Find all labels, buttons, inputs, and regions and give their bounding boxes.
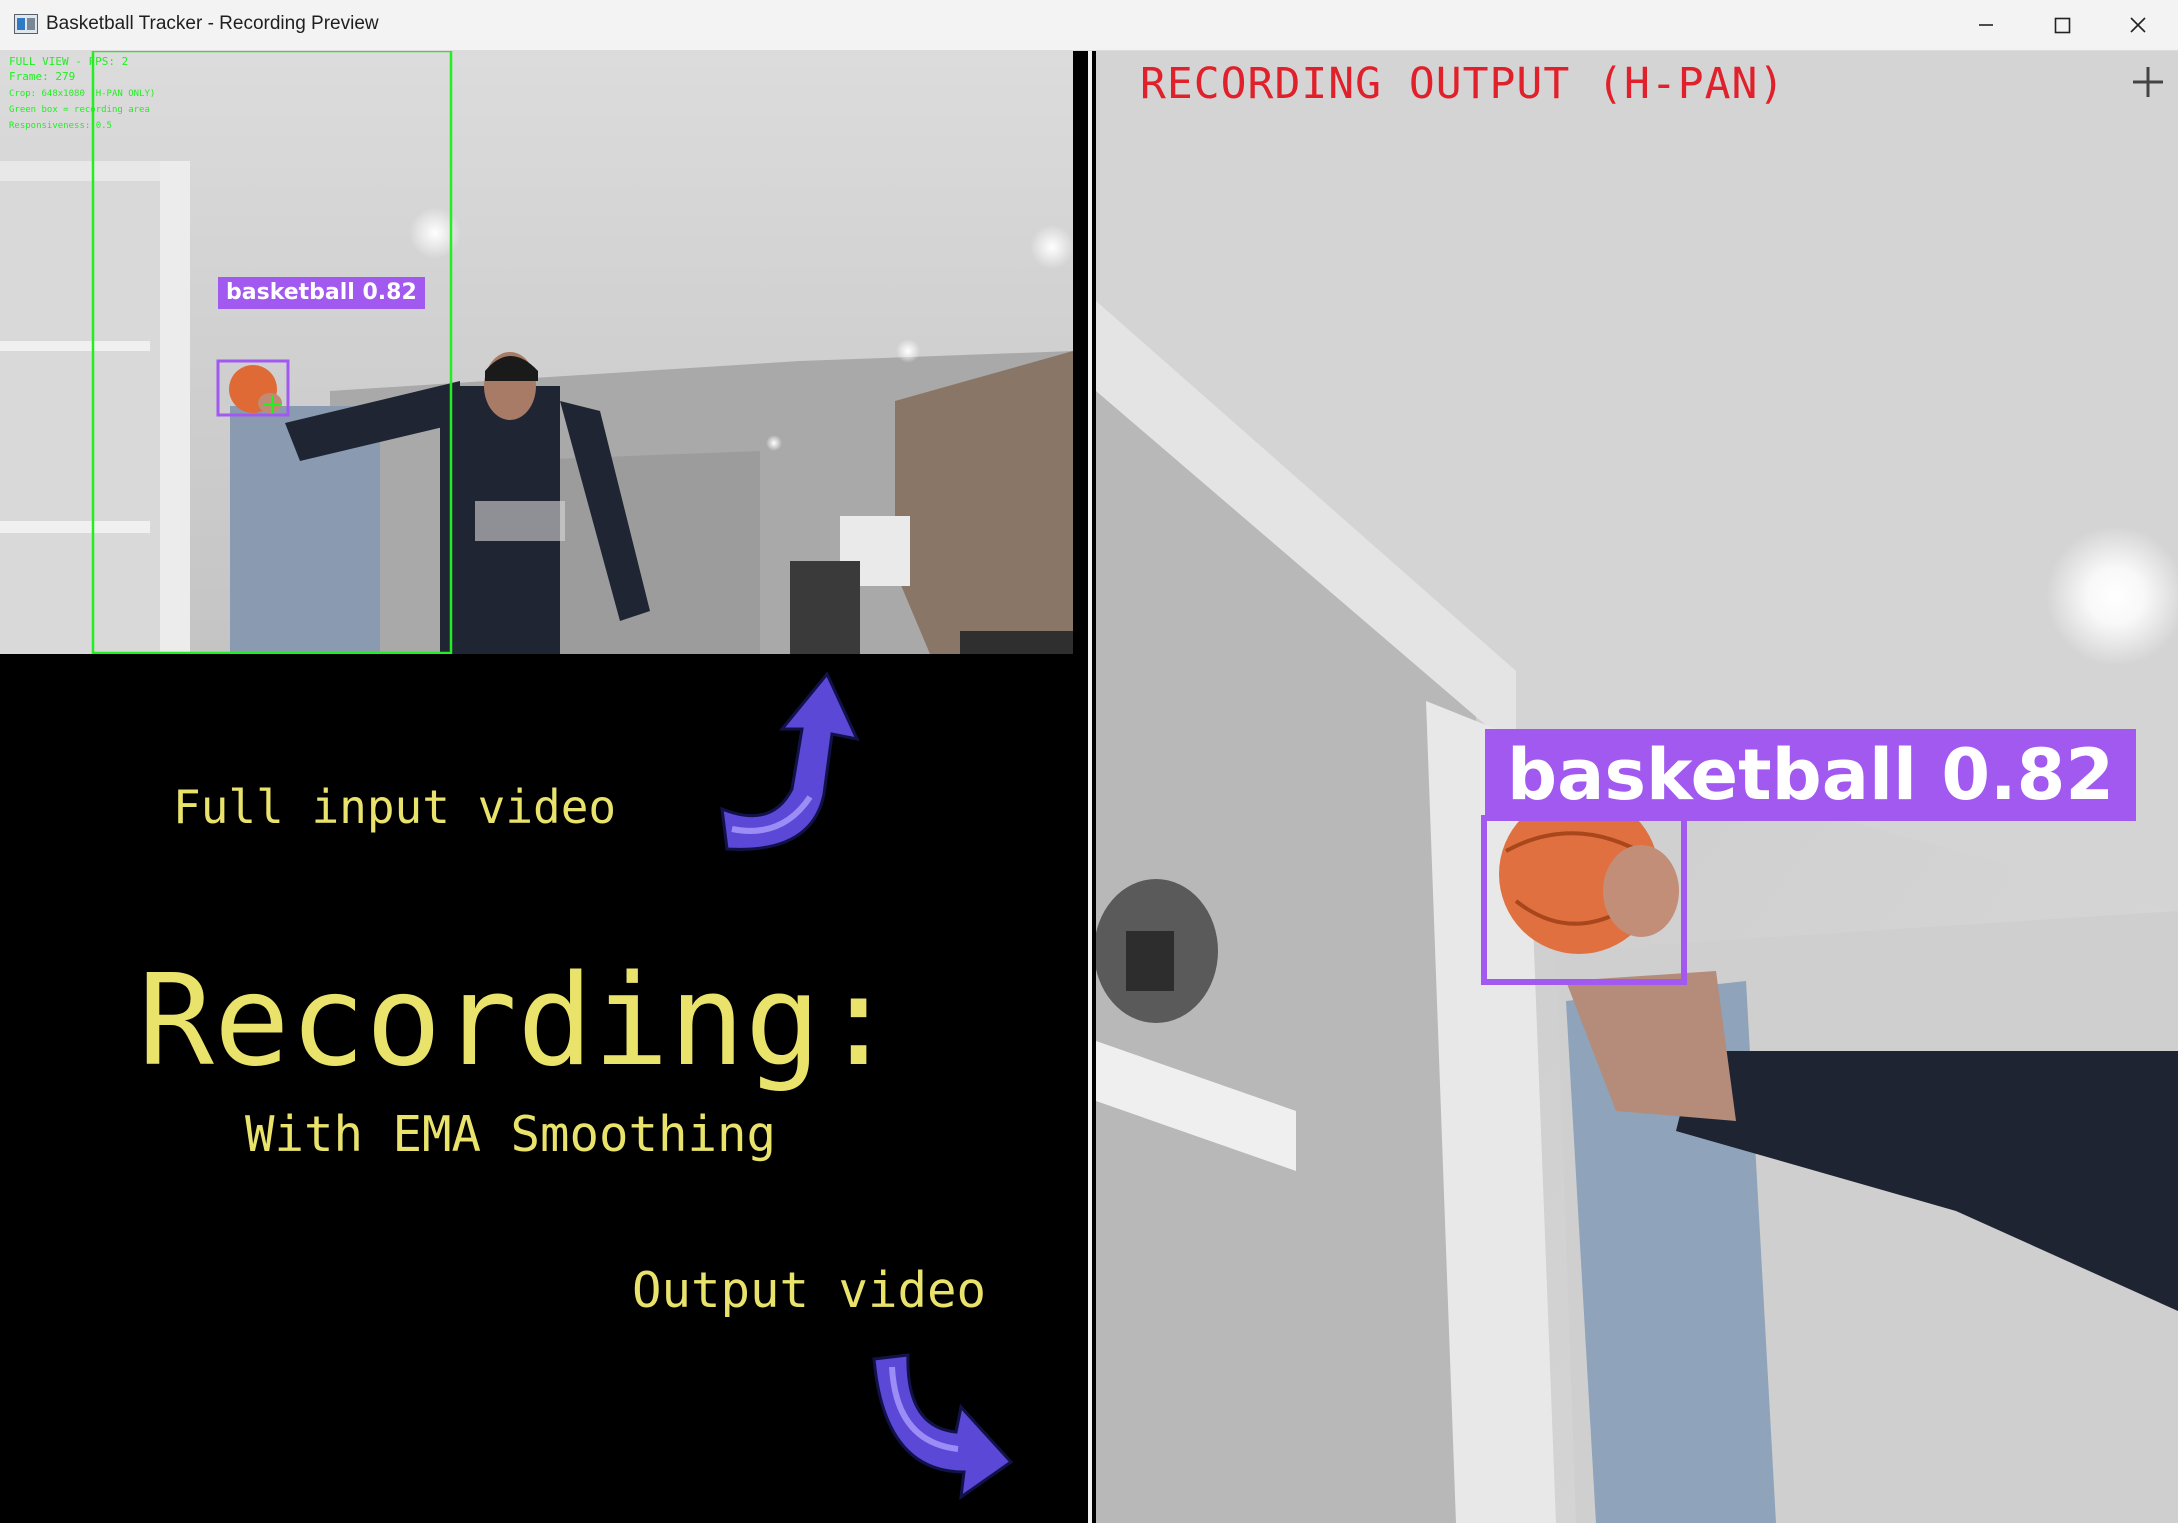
- recording-heading: Recording:: [138, 947, 897, 1094]
- recording-output-video: basketball 0.82 RECORDING OUTPUT (H-PAN): [1096, 51, 2178, 1523]
- full-input-video: FULL VIEW - FPS: 2 Frame: 279 Crop: 648x…: [0, 51, 1073, 654]
- hud-line-responsiveness: Responsiveness: 0.5: [9, 121, 112, 131]
- hud-line-legend: Green box = recording area: [9, 105, 150, 115]
- arrow-up-icon: [720, 671, 860, 851]
- arrow-down-right-icon: [872, 1353, 1014, 1501]
- hud-line-crop: Crop: 648x1080 (H-PAN ONLY): [9, 89, 156, 99]
- output-detection-label: basketball 0.82: [1485, 729, 2137, 821]
- output-caption: Output video: [632, 1262, 987, 1319]
- detection-label: basketball 0.82: [218, 277, 425, 309]
- output-header: RECORDING OUTPUT (H-PAN): [1140, 59, 1786, 109]
- app-icon: [14, 14, 38, 34]
- maximize-icon[interactable]: [2024, 0, 2100, 50]
- hud-line-frame: Frame: 279: [9, 70, 76, 83]
- minimize-icon[interactable]: [1948, 0, 2024, 50]
- full-input-caption: Full input video: [173, 780, 617, 834]
- window-title: Basketball Tracker - Recording Preview: [46, 13, 379, 34]
- panel-divider-line: [1088, 51, 1092, 1523]
- title-bar: Basketball Tracker - Recording Preview: [0, 0, 2178, 51]
- recording-subtitle: With EMA Smoothing: [245, 1106, 777, 1163]
- left-panel: FULL VIEW - FPS: 2 Frame: 279 Crop: 648x…: [0, 51, 1073, 1523]
- room-scene: [0, 51, 1073, 654]
- add-icon[interactable]: [2130, 64, 2166, 100]
- close-icon[interactable]: [2100, 0, 2176, 50]
- hud-line-fps: FULL VIEW - FPS: 2: [9, 55, 129, 68]
